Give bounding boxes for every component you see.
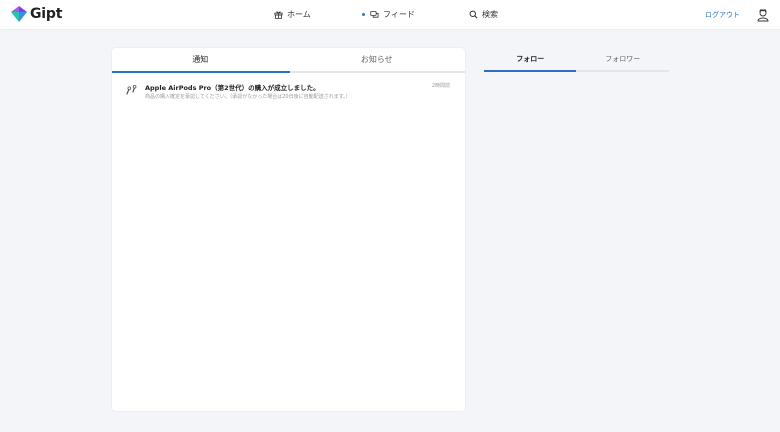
tab-following[interactable]: フォロー (484, 48, 577, 70)
follow-panel: フォロー フォロワー (484, 48, 669, 72)
logout-link[interactable]: ログアウト (705, 10, 740, 20)
nav-search-label: 検索 (482, 10, 498, 19)
notification-time: 2時間前 (431, 83, 450, 89)
active-dot (362, 13, 365, 16)
user-avatar-icon (757, 8, 769, 22)
tab-followers[interactable]: フォロワー (577, 48, 670, 70)
top-header: Gipt ホーム フィード 検索 ログアウト (0, 0, 780, 30)
search-icon (469, 10, 478, 19)
tab-notifications[interactable]: 通知 (112, 48, 289, 71)
notification-body: 商品の購入確定を承認してください。（承認がなかった場合は20日後に自動配送されま… (145, 94, 351, 100)
nav-feed[interactable]: フィード (362, 9, 415, 20)
user-menu[interactable] (756, 7, 770, 26)
list-item[interactable]: Apple AirPods Pro（第2世代）の購入が成立しました。 商品の購入… (112, 73, 465, 103)
chat-icon (370, 10, 379, 18)
notification-tabs: 通知 お知らせ (112, 48, 465, 73)
notification-title: Apple AirPods Pro（第2世代）の購入が成立しました。 (145, 84, 320, 92)
gipt-logo[interactable]: Gipt (11, 6, 62, 22)
nav-home[interactable]: ホーム (274, 9, 311, 20)
tab-announcements[interactable]: お知らせ (289, 48, 466, 71)
notification-panel: 通知 お知らせ Apple AirPods Pro（第2世代）の購入が成立しまし… (111, 47, 466, 412)
gipt-logo-icon (11, 6, 27, 22)
nav-home-label: ホーム (287, 10, 311, 19)
follow-tabs: フォロー フォロワー (484, 48, 669, 72)
active-tab-indicator (484, 70, 576, 72)
nav-feed-label: フィード (383, 10, 415, 19)
airpods-thumbnail-icon (126, 84, 137, 95)
nav-search[interactable]: 検索 (469, 9, 498, 20)
logo-text: Gipt (30, 6, 63, 22)
gift-icon (274, 11, 283, 19)
